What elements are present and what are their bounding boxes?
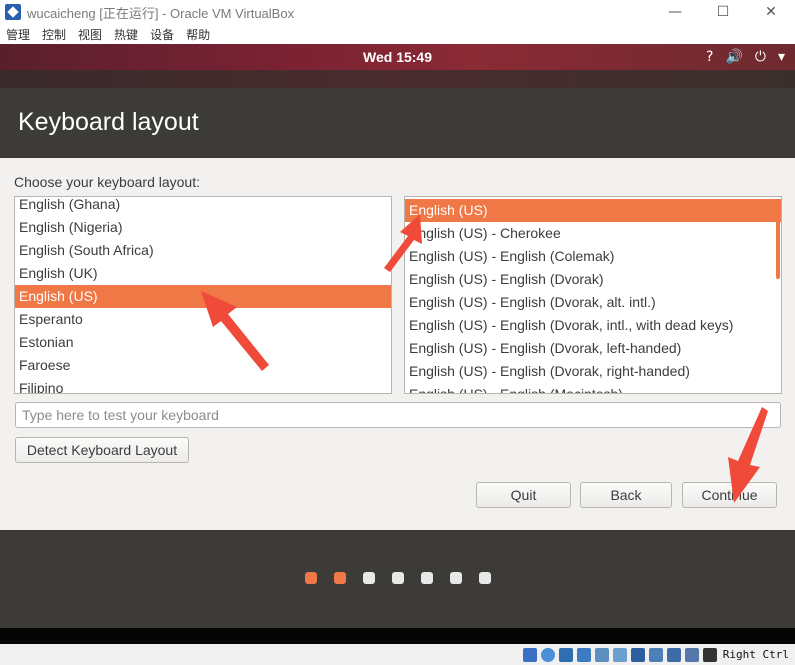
clock[interactable]: Wed 15:49	[363, 49, 432, 65]
menu-view[interactable]: 视图	[78, 26, 102, 43]
optical-drive-icon[interactable]	[540, 647, 555, 662]
ubuntu-top-panel: Wed 15:49 ? 🔊 ⏻ ▾	[0, 44, 795, 70]
progress-dot	[450, 572, 462, 584]
progress-dots	[305, 572, 491, 584]
audio-icon[interactable]	[558, 647, 573, 662]
progress-dot	[363, 572, 375, 584]
close-button[interactable]: ✕	[747, 0, 795, 24]
variant-list-item[interactable]: English (US) - English (Dvorak, right-ha…	[405, 360, 781, 383]
back-button[interactable]: Back	[580, 482, 672, 508]
layout-list-item[interactable]: English (Nigeria)	[15, 216, 391, 239]
window-titlebar: wucaicheng [正在运行] - Oracle VM VirtualBox…	[0, 0, 795, 24]
progress-dot	[421, 572, 433, 584]
variant-list-item[interactable]: English (US) - English (Dvorak)	[405, 268, 781, 291]
recording-icon[interactable]	[648, 647, 663, 662]
usb-icon[interactable]	[594, 647, 609, 662]
layout-list-item[interactable]: English (Ghana)	[15, 197, 391, 216]
disk-icon[interactable]	[522, 647, 537, 662]
shared-folder-icon[interactable]	[612, 647, 627, 662]
annotation-arrow-continue	[728, 407, 768, 503]
installer-header: Keyboard layout	[0, 88, 795, 158]
host-key-label: Right Ctrl	[722, 648, 789, 661]
quit-button[interactable]: Quit	[476, 482, 571, 508]
annotation-arrow-variant	[384, 214, 422, 272]
network-icon[interactable]	[576, 647, 591, 662]
annotation-arrow-layout	[201, 291, 269, 371]
panel-shadow	[0, 70, 795, 88]
keyboard-capture-icon[interactable]	[702, 647, 717, 662]
variant-list-item[interactable]: English (US) - English (Dvorak, alt. int…	[405, 291, 781, 314]
layout-list-item[interactable]: English (South Africa)	[15, 239, 391, 262]
choose-layout-label: Choose your keyboard layout:	[14, 174, 200, 190]
menu-bar: 管理 控制 视图 热键 设备 帮助	[0, 24, 795, 44]
sound-icon[interactable]: 🔊	[725, 49, 742, 65]
maximize-button[interactable]: ☐	[699, 0, 747, 24]
menu-manage[interactable]: 管理	[6, 26, 30, 43]
mouse-integration-icon[interactable]	[684, 647, 699, 662]
variant-list[interactable]: English (US) English (US) - Cherokee Engli…	[404, 196, 782, 394]
variant-list-item[interactable]: English (US)	[405, 199, 781, 222]
chevron-down-icon[interactable]: ▾	[778, 49, 785, 65]
screen-edge	[0, 628, 795, 644]
keyboard-test-input[interactable]	[15, 402, 781, 428]
slideshow-area	[0, 530, 795, 628]
menu-hotkey[interactable]: 热键	[114, 26, 138, 43]
variant-list-scrollbar[interactable]	[776, 199, 780, 279]
accessibility-icon[interactable]: ?	[706, 49, 713, 65]
variant-list-item[interactable]: English (US) - Cherokee	[405, 222, 781, 245]
menu-control[interactable]: 控制	[42, 26, 66, 43]
variant-list-item[interactable]: English (US) - English (Dvorak, left-han…	[405, 337, 781, 360]
progress-dot	[305, 572, 317, 584]
variant-list-item[interactable]: English (US) - English (Macintosh)	[405, 383, 781, 393]
menu-devices[interactable]: 设备	[150, 26, 174, 43]
progress-dot	[392, 572, 404, 584]
vm-status-bar: Right Ctrl	[0, 644, 795, 665]
system-tray[interactable]: ? 🔊 ⏻ ▾	[706, 44, 785, 70]
layout-list-item[interactable]: English (UK)	[15, 262, 391, 285]
variant-list-item[interactable]: English (US) - English (Colemak)	[405, 245, 781, 268]
display-icon[interactable]	[630, 647, 645, 662]
page-title: Keyboard layout	[18, 108, 199, 136]
menu-help[interactable]: 帮助	[186, 26, 210, 43]
power-icon[interactable]: ⏻	[755, 49, 766, 65]
window-controls: — ☐ ✕	[651, 0, 795, 24]
window-title: wucaicheng [正在运行] - Oracle VM VirtualBox	[27, 5, 295, 21]
virtualbox-icon	[5, 4, 21, 20]
cpu-icon[interactable]	[666, 647, 681, 662]
detect-keyboard-layout-button[interactable]: Detect Keyboard Layout	[15, 437, 189, 463]
progress-dot	[479, 572, 491, 584]
variant-list-item[interactable]: English (US) - English (Dvorak, intl., w…	[405, 314, 781, 337]
progress-dot	[334, 572, 346, 584]
minimize-button[interactable]: —	[651, 0, 699, 24]
